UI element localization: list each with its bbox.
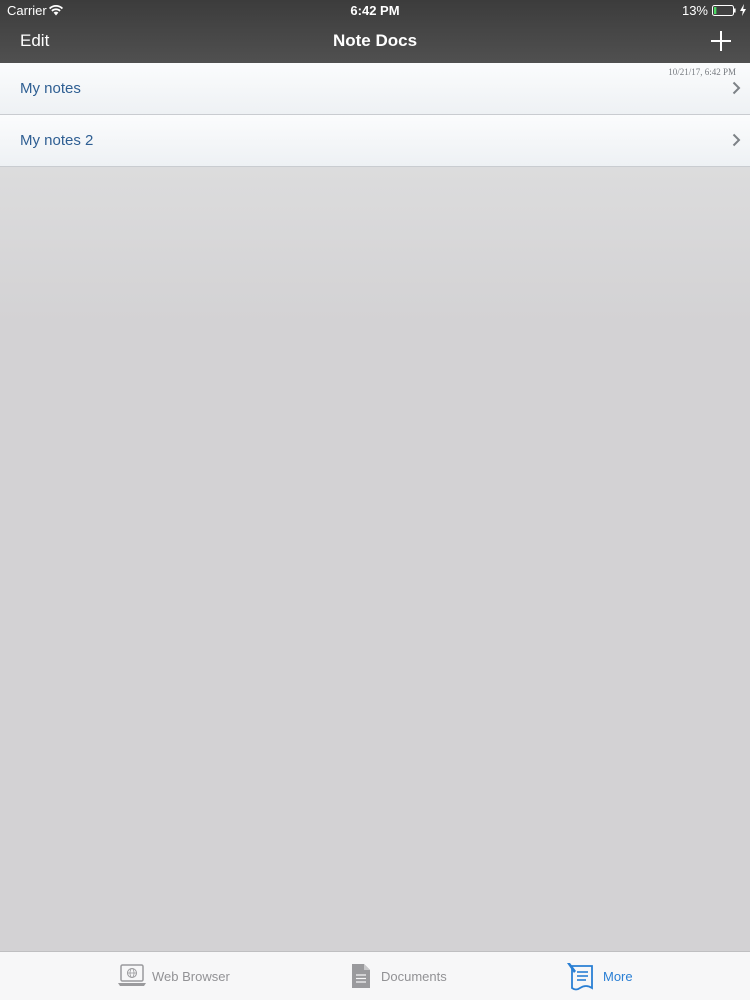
tab-bar: Web Browser Documents More <box>0 951 750 1000</box>
document-icon <box>352 964 370 988</box>
top-bar: Carrier 6:42 PM 13% Edit Note Docs <box>0 0 750 63</box>
tab-label: Documents <box>381 969 447 984</box>
battery-icon <box>712 5 736 16</box>
notes-list: My notes 10/21/17, 6:42 PM My notes 2 <box>0 63 750 167</box>
tab-web-browser[interactable]: Web Browser <box>0 952 250 1000</box>
note-timestamp: 10/21/17, 6:42 PM <box>668 67 736 77</box>
bolt-icon <box>740 4 746 16</box>
chevron-right-icon <box>732 133 741 147</box>
tab-more[interactable]: More <box>500 952 750 1000</box>
status-time: 6:42 PM <box>350 3 400 18</box>
page-title: Note Docs <box>332 31 418 50</box>
note-row-my-notes-2[interactable]: My notes 2 <box>0 115 750 167</box>
status-bar: Carrier 6:42 PM 13% <box>0 0 750 22</box>
chevron-right-icon <box>732 81 741 95</box>
notes-pen-icon <box>567 963 593 991</box>
tab-label: More <box>603 969 633 984</box>
edit-button[interactable]: Edit <box>20 31 49 51</box>
note-title: My notes <box>20 80 81 97</box>
note-title: My notes 2 <box>20 132 94 149</box>
battery-percent: 13% <box>681 3 708 18</box>
empty-content-area <box>0 167 750 951</box>
note-row-my-notes[interactable]: My notes 10/21/17, 6:42 PM <box>0 63 750 115</box>
tab-documents[interactable]: Documents <box>250 952 500 1000</box>
plus-icon[interactable] <box>710 30 732 52</box>
tab-label: Web Browser <box>152 969 230 984</box>
laptop-globe-icon <box>118 964 146 986</box>
